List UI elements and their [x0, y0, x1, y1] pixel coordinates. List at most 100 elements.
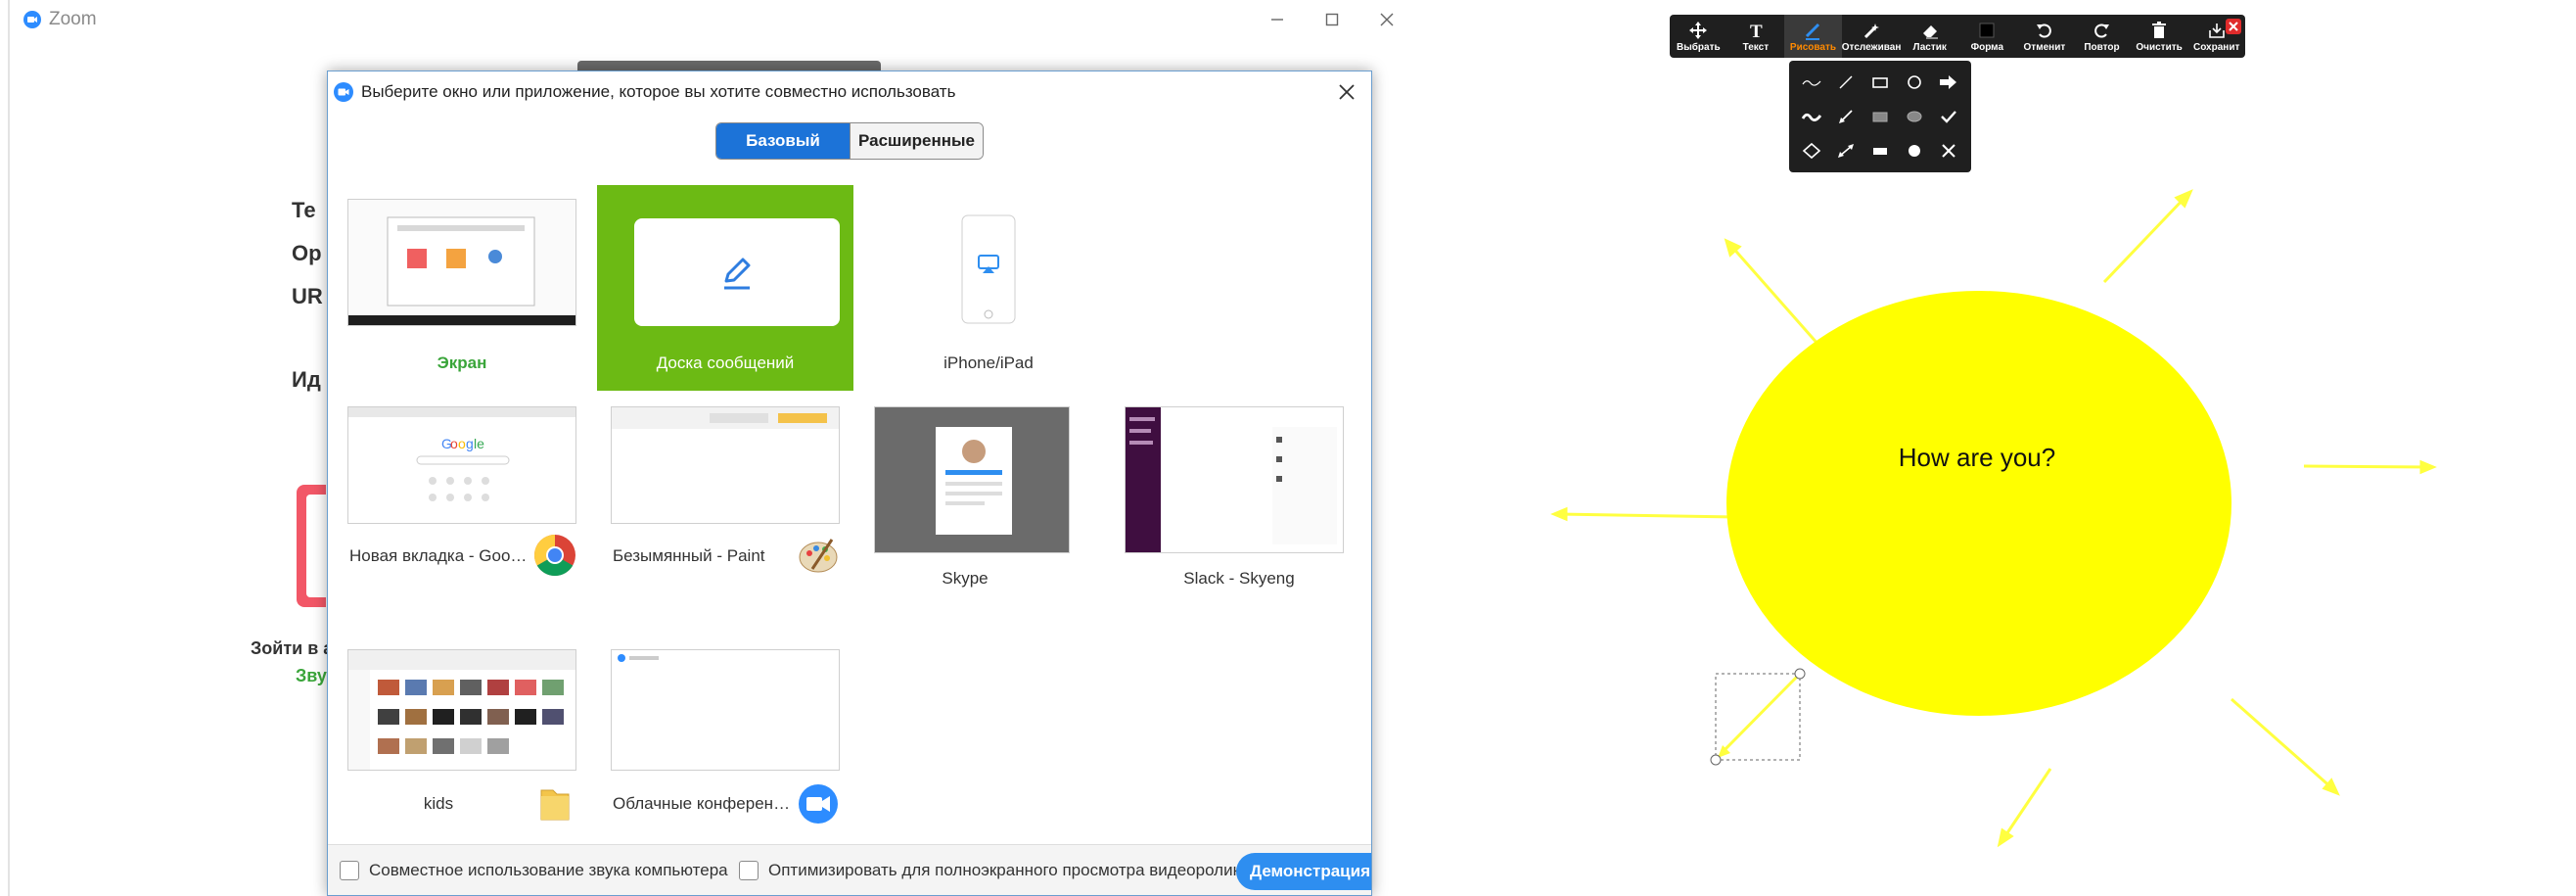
resize-handle[interactable]: [1710, 754, 1722, 766]
shape-check[interactable]: [1931, 99, 1965, 133]
shape-freehand[interactable]: [1795, 65, 1829, 99]
tool-spotlight[interactable]: Отслеживан: [1841, 15, 1902, 58]
ray-arrowhead: [2419, 459, 2437, 475]
slack-thumbnail: [1125, 406, 1344, 553]
tool-label: Сохранит: [2192, 42, 2240, 53]
line-icon: [1839, 75, 1853, 89]
zoom-main-window: Zoom Те Ор UR Ид Зойти в а Зву Выберите …: [8, 0, 1417, 896]
tool-undo[interactable]: Отменит: [2016, 15, 2074, 58]
share-tile-kids-folder[interactable]: kids: [334, 647, 590, 853]
svg-text:o: o: [458, 436, 466, 451]
rectangle-outline-icon: [1872, 76, 1888, 88]
rectangle-solid-icon: [1872, 148, 1887, 156]
share-audio-checkbox[interactable]: [340, 861, 359, 880]
tool-format[interactable]: Форма: [1958, 15, 2016, 58]
tool-draw[interactable]: Рисовать: [1784, 15, 1842, 58]
shape-diamond[interactable]: [1795, 134, 1829, 168]
tile-label: Skype: [942, 569, 989, 588]
chrome-icon: [533, 535, 575, 577]
tool-select[interactable]: Выбрать: [1670, 15, 1727, 58]
diamond-outline-icon: [1803, 143, 1821, 160]
close-icon: [1339, 84, 1355, 100]
shape-ellipse-filled[interactable]: [1897, 99, 1931, 133]
screen-thumbnail: [347, 199, 576, 326]
bg-label-topic: Те: [292, 198, 316, 222]
folder-window-thumbnail: [347, 649, 576, 771]
shape-freehand-thick[interactable]: [1795, 99, 1829, 133]
maximize-button[interactable]: [1315, 4, 1349, 35]
share-mode-tabs: Базовый Расширенные: [715, 122, 984, 160]
share-tile-iphone-ipad[interactable]: iPhone/iPad: [860, 185, 1117, 391]
shape-ellipse-outline[interactable]: [1897, 65, 1931, 99]
draw-shape-menu: [1789, 61, 1971, 172]
share-screen-dialog: Выберите окно или приложение, которое вы…: [327, 71, 1372, 896]
annotation-toolbar: Выбрать T Текст Рисовать Отслеживан Ласт…: [1670, 15, 2245, 58]
bg-audio-text: Зву: [296, 666, 327, 685]
tab-advanced[interactable]: Расширенные: [850, 123, 983, 159]
share-audio-label: Совместное использование звука компьютер…: [369, 861, 728, 879]
tool-text[interactable]: T Текст: [1727, 15, 1785, 58]
tab-basic[interactable]: Базовый: [716, 123, 850, 159]
tile-label: Экран: [437, 354, 487, 372]
tool-redo[interactable]: Повтор: [2073, 15, 2131, 58]
paint-palette-icon: [799, 539, 838, 573]
maximize-icon: [1325, 13, 1339, 26]
tool-label: Повтор: [2084, 42, 2120, 53]
rectangle-filled-icon: [1872, 112, 1888, 122]
shape-rect-filled[interactable]: [1863, 99, 1898, 133]
checkmark-icon: [1940, 111, 1956, 123]
tool-eraser[interactable]: Ластик: [1901, 15, 1958, 58]
shape-x-mark[interactable]: [1931, 134, 1965, 168]
share-tile-slack[interactable]: Slack - Skyeng: [1111, 404, 1367, 610]
tool-label: Рисовать: [1789, 42, 1837, 53]
tile-label: Slack - Skyeng: [1183, 569, 1295, 588]
sun-circle: [1726, 291, 2231, 716]
shape-arrow[interactable]: [1931, 65, 1965, 99]
share-tile-cloud-meetings[interactable]: Облачные конференци...: [597, 647, 853, 853]
share-button[interactable]: Демонстрация: [1236, 853, 1371, 890]
minimize-icon: [1271, 19, 1283, 21]
optimize-video-label: Оптимизировать для полноэкранного просмо…: [768, 861, 1250, 879]
share-tile-chrome[interactable]: G o o g le Новая вкладка - Google...: [334, 404, 590, 610]
window-titlebar: Zoom: [10, 0, 1417, 39]
tool-label: Очистить: [2136, 42, 2183, 53]
eraser-icon: [1922, 25, 1938, 39]
sun-ray: [2231, 697, 2334, 791]
share-tile-whiteboard[interactable]: Доска сообщений: [597, 185, 853, 391]
double-arrow-icon: [1838, 144, 1855, 159]
selected-arrow-shape[interactable]: [1710, 668, 1806, 766]
window-close-button[interactable]: [1370, 4, 1403, 35]
tool-label: Выбрать: [1676, 42, 1721, 53]
close-icon: [2229, 22, 2238, 31]
zoom-logo-icon: [334, 82, 353, 102]
share-tile-paint[interactable]: Безымянный - Paint: [597, 404, 853, 610]
shape-circle-solid[interactable]: [1897, 134, 1931, 168]
line-arrow-icon: [1839, 110, 1853, 123]
tile-label: Новая вкладка - Google...: [349, 546, 528, 565]
shape-rect-solid[interactable]: [1863, 134, 1898, 168]
shape-double-arrow[interactable]: [1829, 134, 1863, 168]
airplay-icon: [961, 214, 1016, 324]
toolbar-close-button[interactable]: [2226, 19, 2241, 34]
tool-label: Ластик: [1912, 42, 1947, 53]
sun-ray: [2102, 194, 2188, 284]
sun-ray: [1728, 244, 1820, 346]
format-icon: [1979, 23, 1995, 38]
shape-rect-outline[interactable]: [1863, 65, 1898, 99]
resize-handle[interactable]: [1794, 668, 1806, 680]
dialog-close-button[interactable]: [1332, 77, 1361, 107]
ellipse-filled-icon: [1907, 111, 1922, 122]
share-tile-skype[interactable]: Skype: [860, 404, 1117, 610]
optimize-video-checkbox[interactable]: [739, 861, 759, 880]
share-tile-screen[interactable]: Экран: [334, 185, 590, 391]
shape-line-arrow[interactable]: [1829, 99, 1863, 133]
drawn-arrow: [1719, 672, 1802, 756]
dialog-title: Выберите окно или приложение, которое вы…: [361, 82, 956, 101]
shape-line[interactable]: [1829, 65, 1863, 99]
tool-label: Отслеживан: [1841, 42, 1902, 53]
minimize-button[interactable]: [1261, 4, 1294, 35]
dialog-footer: Совместное использование звука компьютер…: [328, 844, 1371, 895]
trash-icon: [2152, 22, 2167, 38]
zoom-window-thumbnail: [611, 649, 840, 771]
tool-clear[interactable]: Очистить: [2131, 15, 2188, 58]
